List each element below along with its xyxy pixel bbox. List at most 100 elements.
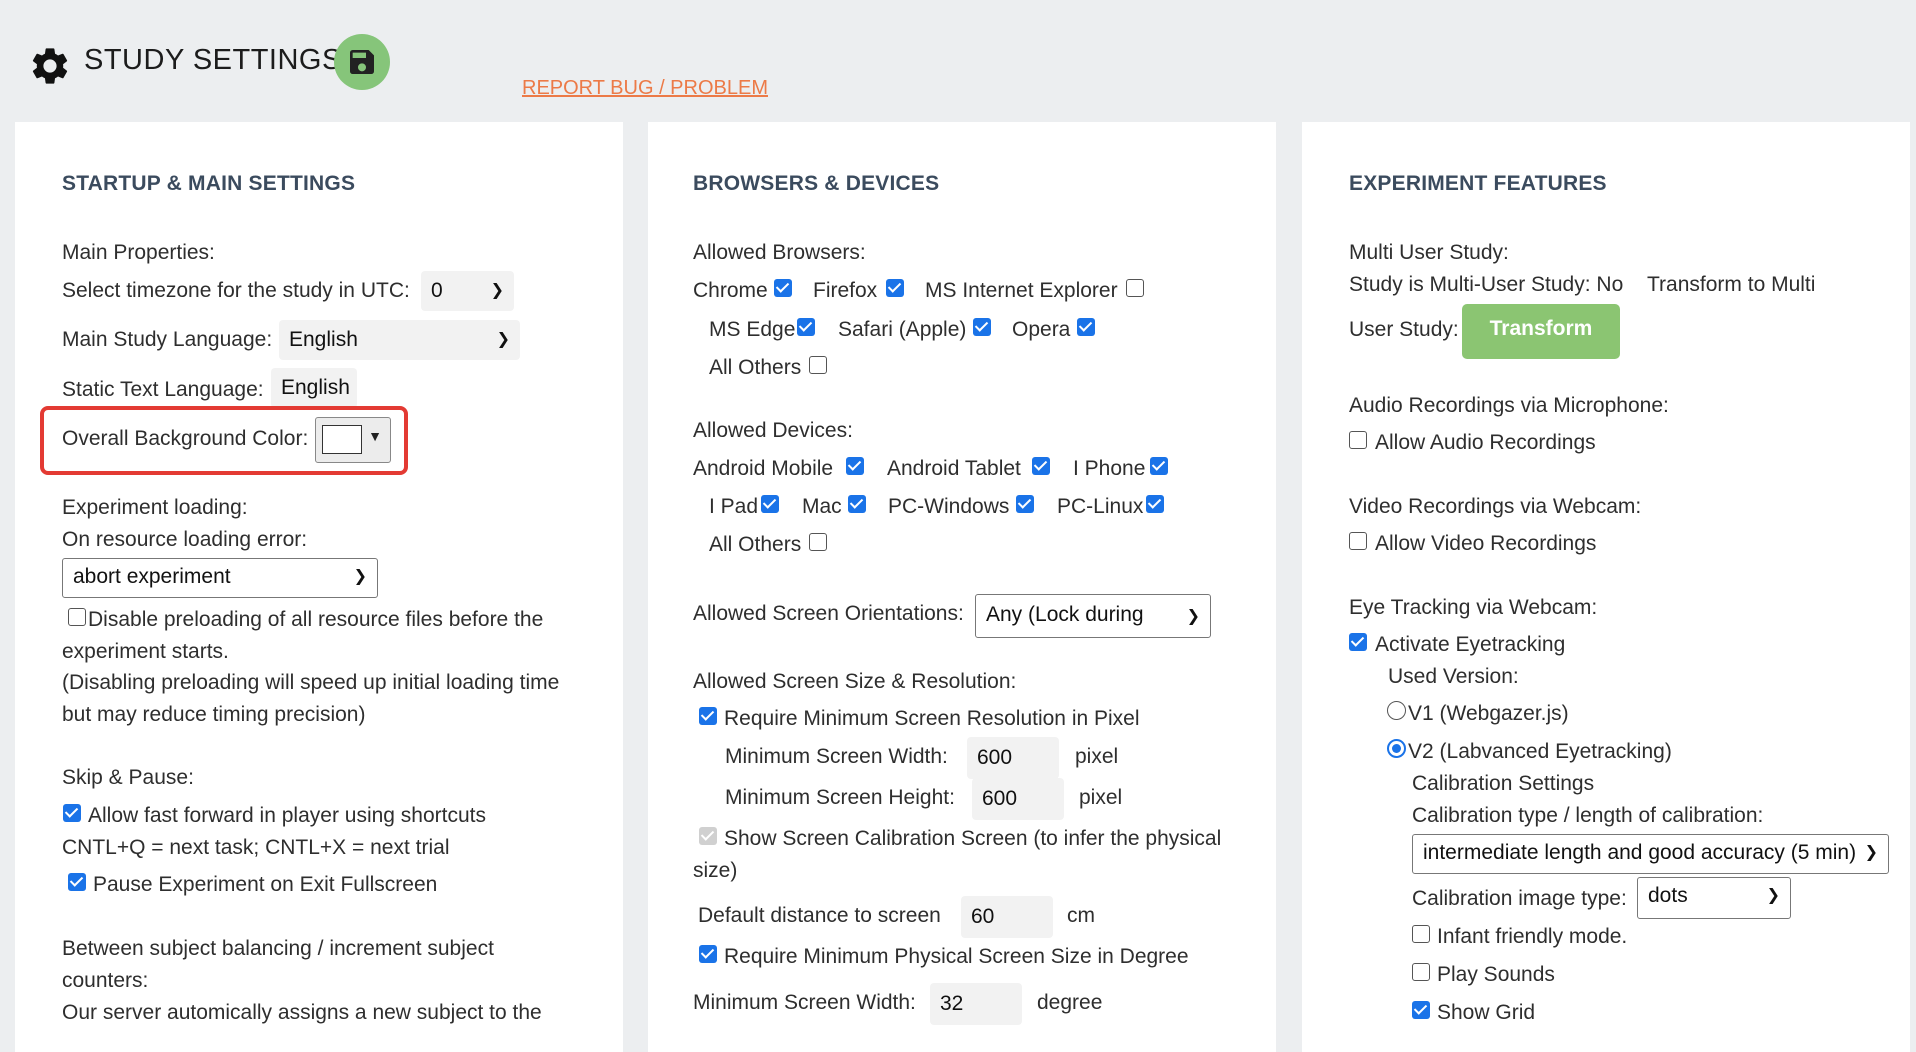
browsers-section-title: BROWSERS & DEVICES — [693, 172, 940, 195]
resource-error-select[interactable]: abort experiment ❯ — [62, 558, 378, 598]
orientations-value: Any (Lock during Run) — [986, 603, 1144, 626]
shortcuts-note: CNTL+Q = next task; CNTL+X = next trial — [62, 836, 450, 859]
page-title: STUDY SETTINGS — [84, 44, 342, 76]
multi-user-status: Study is Multi-User Study: No — [1349, 273, 1624, 296]
pc-linux-checkbox[interactable] — [1146, 495, 1164, 513]
require-min-res-checkbox[interactable] — [699, 707, 717, 725]
resource-error-value: abort experiment — [73, 565, 231, 588]
orientations-select[interactable]: Any (Lock during Run) ❯ — [975, 594, 1211, 638]
features-section-title: EXPERIMENT FEATURES — [1349, 172, 1607, 195]
study-language-select[interactable]: English ❯ — [279, 320, 520, 360]
edge-checkbox[interactable] — [797, 318, 815, 336]
pc-windows-checkbox[interactable] — [1016, 495, 1034, 513]
calibration-settings-heading: Calibration Settings — [1412, 772, 1595, 795]
mac-checkbox[interactable] — [848, 495, 866, 513]
min-width-label: Minimum Screen Width: — [725, 745, 948, 768]
play-sounds-checkbox[interactable] — [1412, 963, 1430, 981]
disable-preload-checkbox[interactable] — [68, 608, 86, 626]
ie-checkbox[interactable] — [1126, 279, 1144, 297]
activate-eyetracking-checkbox[interactable] — [1349, 633, 1367, 651]
chrome-label: Chrome — [693, 279, 768, 302]
timezone-select[interactable]: 0 ❯ — [421, 271, 514, 311]
allowed-devices-heading: Allowed Devices: — [693, 419, 853, 442]
calib-type-label: Calibration type / length of calibration… — [1412, 804, 1764, 827]
transform-button[interactable]: Transform — [1462, 304, 1620, 359]
v2-radio[interactable] — [1387, 739, 1406, 758]
activate-eyetracking-label: Activate Eyetracking — [1375, 633, 1566, 656]
all-others-browsers-checkbox[interactable] — [809, 356, 827, 374]
play-sounds-label: Play Sounds — [1437, 963, 1555, 986]
user-study-text: User Study: — [1349, 318, 1459, 341]
used-version-label: Used Version: — [1388, 665, 1519, 688]
firefox-label: Firefox — [813, 279, 878, 302]
mac-label: Mac — [802, 495, 842, 518]
degree-unit: degree — [1037, 991, 1103, 1014]
calib-type-value: intermediate length and good accuracy (5… — [1423, 841, 1857, 864]
firefox-checkbox[interactable] — [886, 279, 904, 297]
all-others-devices-checkbox[interactable] — [809, 533, 827, 551]
gear-icon — [32, 48, 68, 84]
video-label: Allow Video Recordings — [1375, 532, 1597, 555]
ipad-checkbox[interactable] — [761, 495, 779, 513]
opera-label: Opera — [1012, 318, 1071, 341]
pc-linux-label: PC-Linux — [1057, 495, 1144, 518]
min-width-deg-input[interactable]: 32 — [930, 983, 1022, 1025]
all-others-browsers-label: All Others — [709, 356, 802, 379]
report-bug-link[interactable]: REPORT BUG / PROBLEM — [522, 77, 768, 100]
safari-checkbox[interactable] — [973, 318, 991, 336]
preload-note-2: but may reduce timing precision) — [62, 703, 366, 726]
android-mobile-checkbox[interactable] — [846, 457, 864, 475]
static-text-language-select[interactable]: English — [271, 368, 357, 408]
chevron-down-icon: ❯ — [1186, 597, 1200, 637]
ipad-label: I Pad — [709, 495, 759, 518]
ie-label: MS Internet Explorer — [925, 279, 1118, 302]
min-height-input[interactable]: 600 — [972, 778, 1064, 820]
fast-forward-label: Allow fast forward in player using short… — [88, 804, 487, 827]
infant-label: Infant friendly mode. — [1437, 925, 1628, 948]
static-text-value: English — [281, 376, 350, 399]
edge-label: MS Edge — [709, 318, 796, 341]
calib-image-select[interactable]: dots ❯ — [1637, 877, 1791, 919]
allowed-browsers-heading: Allowed Browsers: — [693, 241, 866, 264]
fast-forward-checkbox[interactable] — [63, 804, 81, 822]
calibration-label-2: size) — [693, 859, 738, 882]
startup-section-title: STARTUP & MAIN SETTINGS — [62, 172, 356, 195]
pause-fullscreen-label: Pause Experiment on Exit Fullscreen — [93, 873, 438, 896]
static-text-label: Static Text Language: — [62, 378, 264, 401]
calib-image-value: dots — [1648, 884, 1688, 907]
balancing-note: Our server automically assigns a new sub… — [62, 1001, 542, 1024]
require-physical-label: Require Minimum Physical Screen Size in … — [724, 945, 1189, 968]
chevron-down-icon: ❯ — [1864, 844, 1878, 861]
language-value: English — [289, 328, 358, 351]
audio-checkbox[interactable] — [1349, 431, 1367, 449]
v1-radio[interactable] — [1387, 701, 1406, 720]
infant-checkbox[interactable] — [1412, 925, 1430, 943]
cm-unit: cm — [1067, 904, 1095, 927]
chrome-checkbox[interactable] — [774, 279, 792, 297]
audio-heading: Audio Recordings via Microphone: — [1349, 394, 1669, 417]
calibration-checkbox[interactable] — [699, 827, 717, 845]
header: STUDY SETTINGS REPORT BUG / PROBLEM — [0, 0, 1916, 122]
balancing-heading: Between subject balancing / increment su… — [62, 937, 494, 960]
video-checkbox[interactable] — [1349, 532, 1367, 550]
v1-label: V1 (Webgazer.js) — [1408, 702, 1569, 725]
main-properties-heading: Main Properties: — [62, 241, 215, 264]
android-tablet-label: Android Tablet — [887, 457, 1021, 480]
iphone-checkbox[interactable] — [1150, 457, 1168, 475]
pause-fullscreen-checkbox[interactable] — [68, 873, 86, 891]
calib-type-select[interactable]: intermediate length and good accuracy (5… — [1412, 834, 1889, 874]
iphone-label: I Phone — [1073, 457, 1146, 480]
save-button[interactable] — [334, 34, 390, 90]
show-grid-checkbox[interactable] — [1412, 1001, 1430, 1019]
opera-checkbox[interactable] — [1077, 318, 1095, 336]
multi-user-heading: Multi User Study: — [1349, 241, 1509, 264]
calib-image-label: Calibration image type: — [1412, 887, 1627, 910]
eye-tracking-heading: Eye Tracking via Webcam: — [1349, 596, 1598, 619]
require-min-res-label: Require Minimum Screen Resolution in Pix… — [724, 707, 1140, 730]
distance-input[interactable]: 60 — [961, 896, 1053, 938]
preload-note: (Disabling preloading will speed up init… — [62, 671, 560, 694]
require-physical-checkbox[interactable] — [699, 945, 717, 963]
highlight-box — [40, 406, 408, 475]
android-tablet-checkbox[interactable] — [1032, 457, 1050, 475]
min-width-input[interactable]: 600 — [967, 737, 1059, 779]
